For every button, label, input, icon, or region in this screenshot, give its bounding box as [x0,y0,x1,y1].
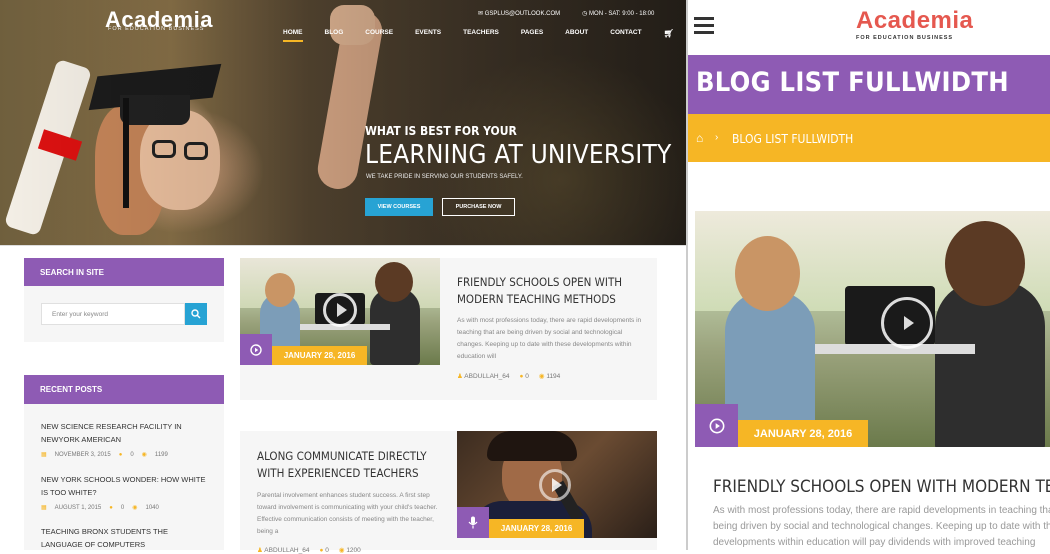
calendar-icon: ▦ [41,505,47,511]
clock-icon: ◷ [582,11,590,17]
comment-count: 0 [130,451,134,458]
search-icon [191,309,201,319]
hero-title: LEARNING AT UNIVERSITY [365,140,672,170]
mic-icon [468,516,478,529]
student-right-head [375,262,413,302]
student-left-head [265,273,295,307]
user-icon: ♟ [257,547,263,554]
nav-teachers[interactable]: TEACHERS [463,29,499,42]
comment-icon: ● [109,504,113,511]
view-courses-button[interactable]: VIEW COURSES [365,198,433,216]
mobile-post-excerpt-line1: As with most professions today, there ar… [713,505,1050,516]
eye-icon: ◉ [538,373,545,380]
nav-pages[interactable]: PAGES [521,29,543,42]
top-contact-bar: ✉ GSPLUS@OUTLOOK.COM ◷ MON - SAT: 9:00 -… [478,10,654,17]
eye-icon: ◉ [141,452,147,458]
comment-icon: ● [519,372,524,380]
video-format-badge [695,404,738,447]
video-format-badge [240,334,272,365]
view-count: 1040 [145,504,159,511]
student-right [935,281,1045,447]
student-left-head [735,236,800,311]
comment-count: 0 [325,546,329,554]
play-icon[interactable] [539,469,571,501]
mobile-logo-tagline: FOR EDUCATION BUSINESS [856,35,954,41]
view-count: 1200 [346,547,361,554]
comment-count: 0 [525,372,529,380]
recent-post-meta: ▦ NOVEMBER 3, 2015 ● 0 ◉ 1199 [41,451,168,459]
post-date: AUGUST 1, 2015 [54,504,102,511]
search-widget-title: SEARCH IN SITE [24,258,224,286]
user-icon: ♟ [457,373,463,380]
mobile-post-excerpt-line3: developments within education will pay d… [713,537,1036,548]
main-nav: HOME BLOG COURSE EVENTS TEACHERS PAGES A… [283,29,686,42]
eye-icon: ◉ [338,547,345,554]
comment-icon: ● [319,546,324,554]
date-badge: JANUARY 28, 2016 [489,519,584,538]
recent-posts-title: RECENT POSTS [24,375,224,404]
play-icon [709,418,724,433]
play-icon[interactable] [881,297,933,349]
search-input[interactable]: Enter your keyword [41,303,185,325]
email-icon: ✉ [478,11,485,17]
logo-tagline: FOR EDUCATION BUSINESS [108,26,205,32]
nav-blog[interactable]: BLOG [325,29,344,42]
breadcrumb-separator: › [715,132,719,143]
hero-banner: Academia FOR EDUCATION BUSINESS ✉ GSPLUS… [0,0,686,245]
recent-post-link[interactable]: NEW SCIENCE RESEARCH FACILITY IN NEWYORK… [41,420,211,446]
comment-count: 0 [120,504,125,511]
date-badge: JANUARY 28, 2016 [272,346,367,365]
mobile-post-excerpt-line2: being driven by social and technological… [713,521,1050,532]
cart-icon[interactable]: 🛒︎ [664,29,674,42]
nav-contact[interactable]: CONTACT [610,29,641,42]
view-count: 1194 [546,373,561,380]
speaker-hair [487,431,577,461]
mobile-preview: Academia FOR EDUCATION BUSINESS BLOG LIS… [686,0,1050,550]
calendar-icon: ▦ [41,452,47,458]
post-meta: ♟ ABDULLAH_64 ● 0 ◉ 1200 [257,546,361,554]
mobile-post-title[interactable]: FRIENDLY SCHOOLS OPEN WITH MODERN TEACHI… [713,477,1050,497]
nav-home[interactable]: HOME [283,29,303,42]
hamburger-icon[interactable] [694,17,714,35]
post-author[interactable]: ABDULLAH_64 [264,547,309,554]
comment-icon: ● [118,451,123,458]
mobile-logo[interactable]: Academia [856,7,973,35]
home-icon[interactable]: ⌂ [696,131,703,145]
hours-text: MON - SAT: 9:00 - 18:00 [589,11,655,17]
email-text: GSPLUS@OUTLOOK.COM [484,11,561,17]
hours-info: ◷ MON - SAT: 9:00 - 18:00 [582,10,654,17]
mobile-post-thumbnail[interactable] [695,211,1050,447]
post-excerpt: As with most professions today, there ar… [457,317,642,360]
purchase-now-button[interactable]: PURCHASE NOW [442,198,515,216]
post-excerpt: Parental involvement enhances student su… [257,492,438,535]
post-meta: ♟ ABDULLAH_64 ● 0 ◉ 1194 [457,372,561,381]
hero-pretitle: WHAT IS BEST FOR YOUR [365,124,517,138]
hero-subtitle: WE TAKE PRIDE IN SERVING OUR STUDENTS SA… [366,174,523,180]
eye-icon: ◉ [132,505,138,511]
post-title-link[interactable]: FRIENDLY SCHOOLS OPEN WITH MODERN TEACHI… [457,274,642,308]
play-icon [250,343,262,356]
nav-about[interactable]: ABOUT [565,29,588,42]
email-info[interactable]: ✉ GSPLUS@OUTLOOK.COM [478,10,560,17]
audio-format-badge [457,507,489,538]
breadcrumb-current: BLOG LIST FULLWIDTH [732,132,854,146]
play-icon[interactable] [323,293,357,327]
nav-course[interactable]: COURSE [365,29,393,42]
post-date: NOVEMBER 3, 2015 [54,451,111,458]
page-title: BLOG LIST FULLWIDTH [696,67,1009,98]
recent-post-link[interactable]: TEACHING BRONX STUDENTS THE LANGUAGE OF … [41,525,211,551]
post-author[interactable]: ABDULLAH_64 [464,373,509,380]
post-title-link[interactable]: ALONG COMMUNICATE DIRECTLY WITH EXPERIEN… [257,448,442,482]
recent-post-meta: ▦ AUGUST 1, 2015 ● 0 ◉ 1040 [41,504,159,512]
date-badge: JANUARY 28, 2016 [738,420,868,447]
view-count: 1199 [154,451,168,458]
nav-events[interactable]: EVENTS [415,29,441,42]
student-right-head [945,221,1025,306]
recent-post-link[interactable]: NEW YORK SCHOOLS WONDER: HOW WHITE IS TO… [41,473,211,499]
search-button[interactable] [185,303,207,325]
